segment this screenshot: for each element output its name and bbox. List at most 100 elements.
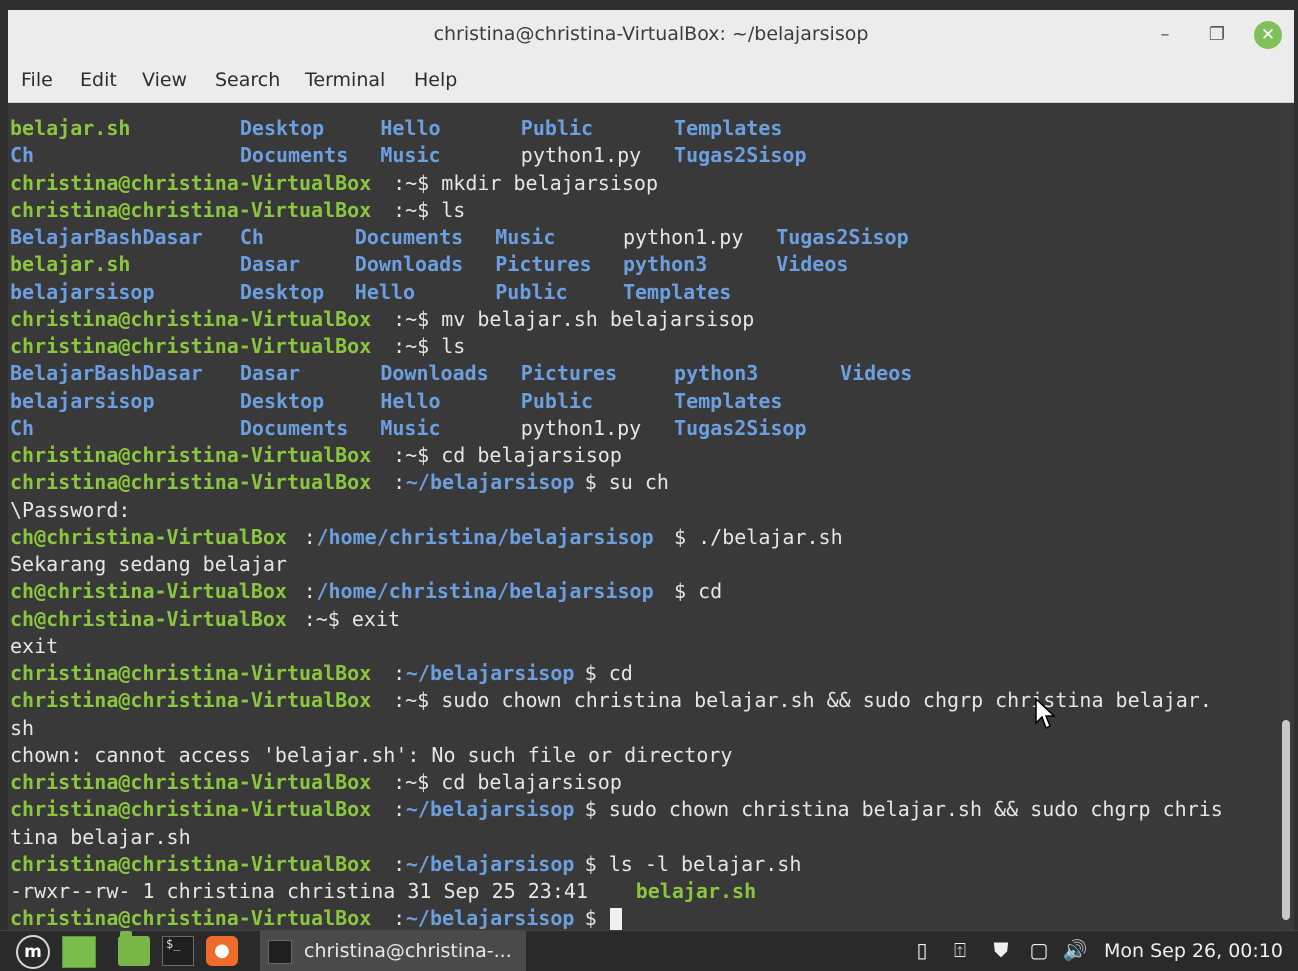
terminal-scrollbar[interactable] — [1278, 103, 1294, 930]
green-text: christina@christina-VirtualBox — [10, 170, 372, 195]
green-text: belajar.sh — [10, 252, 131, 277]
blue-text: ~/belajarsisop — [405, 906, 575, 930]
blue-text: belajarsisop — [10, 279, 155, 304]
blue-text: belajarsisop — [10, 388, 155, 413]
terminal-text: : — [393, 797, 406, 822]
terminal-text: $ su ch — [584, 470, 669, 495]
minimize-button[interactable]: – — [1150, 20, 1180, 50]
terminal-text: \Password: — [10, 497, 131, 522]
taskbar: m $_ ● christina@christina-... ▯ ⍐ ⛊ ▢ 🔊… — [0, 930, 1298, 971]
volume-icon[interactable]: 🔊 — [1060, 938, 1090, 964]
menu-terminal[interactable]: Terminal — [305, 69, 385, 91]
terminal-output[interactable]: belajar.sh Desktop Hello Public Templates Ch D… — [8, 103, 1278, 930]
blue-text: BelajarBashDasar — [10, 361, 203, 386]
blue-text: Downloads — [380, 361, 489, 386]
terminal-text: tina belajar.sh — [10, 824, 191, 849]
green-text: ch@christina-VirtualBox — [10, 579, 287, 604]
maximize-button[interactable]: ❐ — [1202, 20, 1232, 50]
menu-edit[interactable]: Edit — [80, 69, 117, 91]
update-manager-icon[interactable]: ⍐ — [946, 938, 974, 964]
task-button-terminal[interactable]: christina@christina-... — [260, 931, 526, 971]
terminal-text: python1.py — [520, 143, 642, 168]
green-text: christina@christina-VirtualBox — [10, 197, 372, 222]
window-title: christina@christina-VirtualBox: ~/belaja… — [433, 23, 869, 45]
menu-help[interactable]: Help — [414, 69, 457, 91]
terminal-text: -rwxr--rw- 1 christina christina 31 Sep … — [10, 879, 601, 903]
terminal-text: : — [303, 579, 316, 604]
green-text: christina@christina-VirtualBox — [10, 797, 372, 822]
terminal-text: :~$ sudo chown christina belajar.sh && s… — [393, 688, 1212, 713]
terminal-text: : — [393, 470, 406, 495]
terminal-text: sh — [10, 715, 35, 740]
blue-text: python3 — [622, 252, 708, 277]
network-icon[interactable]: ▢ — [1026, 938, 1052, 964]
terminal-text: : — [303, 524, 316, 549]
terminal-text: exit — [10, 633, 59, 658]
terminal-text: :~$ cd belajarsisop — [393, 443, 622, 467]
terminal-text: $ ./belajar.sh — [674, 524, 843, 549]
blue-text: Pictures — [495, 252, 592, 277]
blue-text: Public — [520, 388, 594, 413]
blue-text: ~/belajarsisop — [405, 797, 575, 822]
green-text: ch@christina-VirtualBox — [10, 606, 287, 631]
sd-card-icon[interactable]: ▯ — [910, 938, 934, 964]
files-icon[interactable] — [118, 931, 150, 966]
blue-text: Desktop — [239, 388, 325, 413]
mint-menu-icon[interactable]: m — [16, 935, 50, 969]
blue-text: Hello — [380, 116, 441, 140]
terminal-text: : — [393, 661, 406, 685]
blue-text: ~/belajarsisop — [405, 661, 575, 685]
blue-text: Templates — [674, 116, 783, 140]
blue-text: Documents — [239, 143, 349, 168]
blue-text: Templates — [622, 279, 732, 304]
terminal-icon — [268, 940, 292, 964]
green-text: christina@christina-VirtualBox — [10, 334, 372, 358]
terminal-text: :~$ exit — [303, 606, 401, 631]
blue-text: Music — [380, 415, 441, 440]
terminal-text: $ cd — [674, 579, 723, 604]
terminal-text: $ ls -l belajar.sh — [584, 851, 802, 876]
blue-text: ~/belajarsisop — [405, 470, 575, 495]
blue-text: Ch — [239, 225, 264, 249]
blue-text: /home/christina/belajarsisop — [316, 524, 654, 549]
blue-text: Pictures — [520, 361, 618, 386]
blue-text: Ch — [10, 415, 35, 440]
menu-search[interactable]: Search — [215, 69, 280, 91]
blue-text: Hello — [354, 279, 415, 304]
green-text: christina@christina-VirtualBox — [10, 688, 372, 713]
scrollbar-thumb[interactable] — [1282, 720, 1290, 920]
terminal-text: Sekarang sedang belajar — [10, 552, 287, 576]
green-text: christina@christina-VirtualBox — [10, 661, 372, 685]
green-text: christina@christina-VirtualBox — [10, 443, 372, 467]
menu-view[interactable]: View — [142, 69, 187, 91]
close-button[interactable]: ✕ — [1254, 21, 1282, 49]
title-bar[interactable]: christina@christina-VirtualBox: ~/belaja… — [8, 10, 1294, 61]
green-text: christina@christina-VirtualBox — [10, 770, 372, 794]
blue-text: BelajarBashDasar — [10, 225, 203, 249]
blue-text: Documents — [354, 225, 464, 249]
show-desktop-icon[interactable] — [62, 936, 96, 968]
blue-text: Dasar — [239, 252, 301, 277]
blue-text: Downloads — [354, 252, 464, 277]
blue-text: Music — [380, 143, 441, 168]
menu-file[interactable]: File — [21, 69, 53, 91]
blue-text: Ch — [10, 143, 35, 168]
green-text: christina@christina-VirtualBox — [10, 306, 372, 331]
terminal-window: christina@christina-VirtualBox: ~/belaja… — [8, 10, 1294, 930]
shield-icon[interactable]: ⛊ — [986, 938, 1016, 964]
blue-text: Public — [520, 116, 594, 140]
terminal-text: :~$ mkdir belajarsisop — [393, 170, 658, 195]
task-label: christina@christina-... — [304, 940, 512, 962]
blue-text: Tugas2Sisop — [776, 225, 909, 249]
blue-text: Dasar — [239, 361, 301, 386]
terminal-text: :~$ ls — [393, 197, 466, 222]
green-text: ch@christina-VirtualBox — [10, 524, 287, 549]
terminal-launcher-icon[interactable]: $_ — [162, 936, 194, 966]
blue-text: Public — [495, 279, 568, 304]
firefox-icon[interactable]: ● — [206, 936, 238, 966]
terminal-text: :~$ mv belajar.sh belajarsisop — [393, 306, 755, 331]
blue-text: Videos — [840, 361, 913, 386]
clock[interactable]: Mon Sep 26, 00:10 — [1104, 940, 1283, 962]
terminal-text: python1.py — [622, 225, 744, 249]
blue-text: Hello — [380, 388, 441, 413]
